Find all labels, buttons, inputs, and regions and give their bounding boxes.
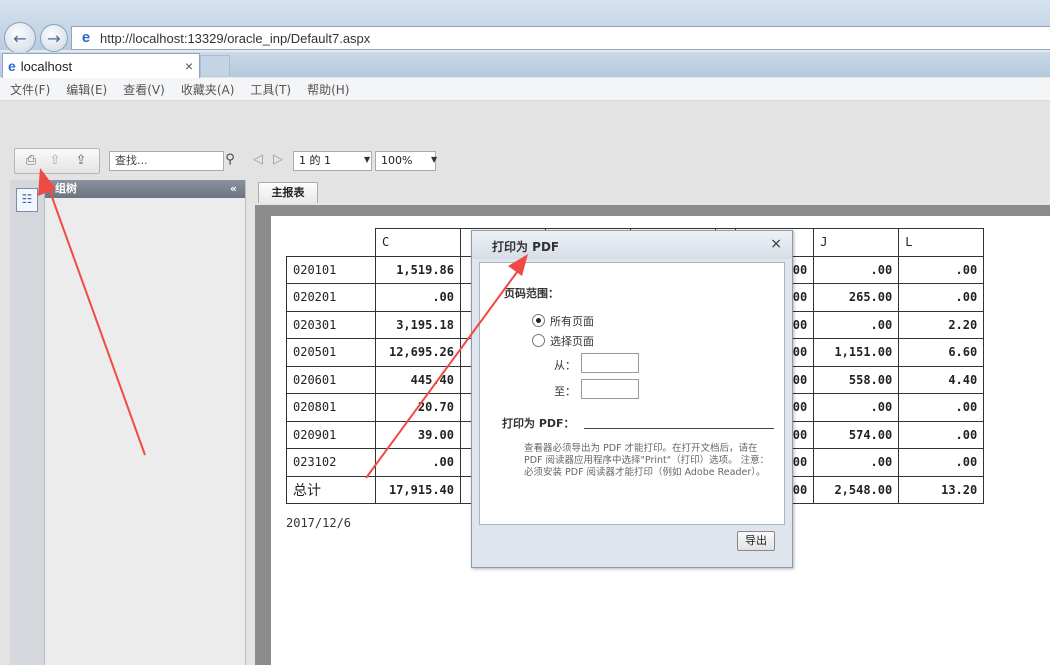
cell-c: .00 <box>375 448 461 477</box>
page-dropdown-icon[interactable]: ▼ <box>364 155 370 164</box>
cell-c: 3,195.18 <box>375 310 461 339</box>
viewer-toolbar: ⎙ ⇧ ⇪ 查找... ⚲ ◁ ▷ 1 的 1 ▼ 100% ▼ <box>10 148 1050 174</box>
cell-l: 6.60 <box>898 338 985 367</box>
radio-select-pages[interactable] <box>532 334 545 347</box>
all-pages-label: 所有页面 <box>550 315 594 328</box>
cell-l: .00 <box>898 393 985 422</box>
cell-l: .00 <box>898 283 985 312</box>
cell-l: 13.20 <box>898 475 985 504</box>
search-input[interactable]: 查找... <box>109 151 224 171</box>
export-button[interactable]: 导出 <box>737 531 775 551</box>
header-cell-c: C <box>375 228 461 257</box>
address-bar[interactable]: e http://localhost:13329/oracle_inp/Defa… <box>71 26 1050 50</box>
print-pdf-label: 打印为 PDF： <box>502 417 575 430</box>
pdf-underline <box>584 428 774 429</box>
print-export-group: ⎙ ⇧ ⇪ <box>14 148 100 174</box>
header-cell <box>287 229 376 257</box>
cell-j: 265.00 <box>813 283 900 312</box>
menu-favorites[interactable]: 收藏夹(A) <box>181 81 235 98</box>
cell-j: .00 <box>813 310 900 339</box>
cell-l: .00 <box>898 420 985 449</box>
back-button[interactable]: ← <box>4 22 36 54</box>
cell-l: .00 <box>898 255 985 284</box>
group-tree-panel <box>45 180 246 665</box>
cell-c: .00 <box>375 283 461 312</box>
page-range-label: 页码范围： <box>504 287 559 300</box>
group-tree-header: 组树 « <box>45 180 245 198</box>
from-page-input[interactable] <box>581 353 639 373</box>
dialog-title: 打印为 PDF <box>492 240 560 254</box>
cell-l: 4.40 <box>898 365 985 394</box>
group-tree-title: 组树 <box>55 182 77 195</box>
print-pdf-dialog: 打印为 PDF × 页码范围： 所有页面 选择页面 从： 至： 打印为 PDF：… <box>471 230 793 568</box>
address-url: http://localhost:13329/oracle_inp/Defaul… <box>100 30 371 46</box>
row-code: 020101 <box>286 255 376 284</box>
group-tree-icon[interactable]: ☷ <box>16 188 38 212</box>
cell-j: .00 <box>813 448 900 477</box>
cell-j: 558.00 <box>813 365 900 394</box>
row-code: 020601 <box>286 365 376 394</box>
cell-j: .00 <box>813 255 900 284</box>
print-icon[interactable]: ⎙ <box>23 153 39 169</box>
zoom-dropdown-icon[interactable]: ▼ <box>431 155 437 164</box>
browser-tab[interactable]: e localhost × <box>2 53 200 78</box>
binoculars-icon[interactable]: ⚲ <box>222 152 238 168</box>
menu-help[interactable]: 帮助(H) <box>307 81 349 98</box>
menu-tools[interactable]: 工具(T) <box>250 81 291 98</box>
report-date: 2017/12/6 <box>286 516 352 530</box>
dialog-titlebar: 打印为 PDF × <box>472 231 792 259</box>
row-code: 023102 <box>286 448 376 477</box>
menu-file[interactable]: 文件(F) <box>10 81 50 98</box>
menu-view[interactable]: 查看(V) <box>123 81 165 98</box>
back-arrow-icon: ← <box>13 28 27 48</box>
cell-j: 574.00 <box>813 420 900 449</box>
tab-main-report[interactable]: 主报表 <box>258 182 318 203</box>
cell-c: 17,915.40 <box>375 475 461 504</box>
from-label: 从： <box>554 359 576 372</box>
row-code: 020201 <box>286 283 376 312</box>
cell-l: 2.20 <box>898 310 985 339</box>
menu-bar: 文件(F) 编辑(E) 查看(V) 收藏夹(A) 工具(T) 帮助(H) <box>0 78 1050 101</box>
cell-l: .00 <box>898 448 985 477</box>
side-strip <box>10 180 45 665</box>
row-code: 020901 <box>286 420 376 449</box>
menu-edit[interactable]: 编辑(E) <box>66 81 107 98</box>
header-cell-l: L <box>898 228 985 257</box>
prev-page-icon: ◁ <box>253 152 263 167</box>
tab-title: localhost <box>20 58 73 74</box>
cell-c: 1,519.86 <box>375 255 461 284</box>
dialog-body: 页码范围： 所有页面 选择页面 从： 至： 打印为 PDF： 查看器必须导出为 … <box>479 262 785 525</box>
page-indicator[interactable]: 1 的 1 <box>293 151 372 171</box>
cell-c: 20.70 <box>375 393 461 422</box>
close-icon[interactable]: × <box>770 236 782 252</box>
cell-c: 39.00 <box>375 420 461 449</box>
cell-c: 445.40 <box>375 365 461 394</box>
header-cell-j: J <box>813 228 900 257</box>
collapse-icon[interactable]: « <box>230 180 237 198</box>
to-label: 至： <box>554 385 576 398</box>
row-code: 总计 <box>286 475 376 504</box>
forward-arrow-icon: → <box>47 28 61 48</box>
radio-all-pages[interactable] <box>532 314 545 327</box>
row-code: 020801 <box>286 393 376 422</box>
new-tab-button[interactable] <box>200 55 230 76</box>
select-pages-label: 选择页面 <box>550 335 594 348</box>
cell-j: .00 <box>813 393 900 422</box>
cell-j: 1,151.00 <box>813 338 900 367</box>
upload-disabled-icon: ⇧ <box>49 153 61 168</box>
instruction-note: 查看器必须导出为 PDF 才能打印。在打开文档后，请在 PDF 阅读器应用程序中… <box>524 443 770 478</box>
tab-close-icon[interactable]: × <box>185 58 193 74</box>
row-code: 020501 <box>286 338 376 367</box>
export-icon[interactable]: ⇪ <box>73 153 89 169</box>
cell-c: 12,695.26 <box>375 338 461 367</box>
to-page-input[interactable] <box>581 379 639 399</box>
next-page-icon: ▷ <box>273 152 283 167</box>
forward-button[interactable]: → <box>40 24 68 52</box>
zoom-select[interactable]: 100% <box>375 151 436 171</box>
ie-logo-icon: e <box>8 58 16 74</box>
cell-j: 2,548.00 <box>813 475 900 504</box>
row-code: 020301 <box>286 310 376 339</box>
ie-logo-icon: e <box>81 29 91 46</box>
